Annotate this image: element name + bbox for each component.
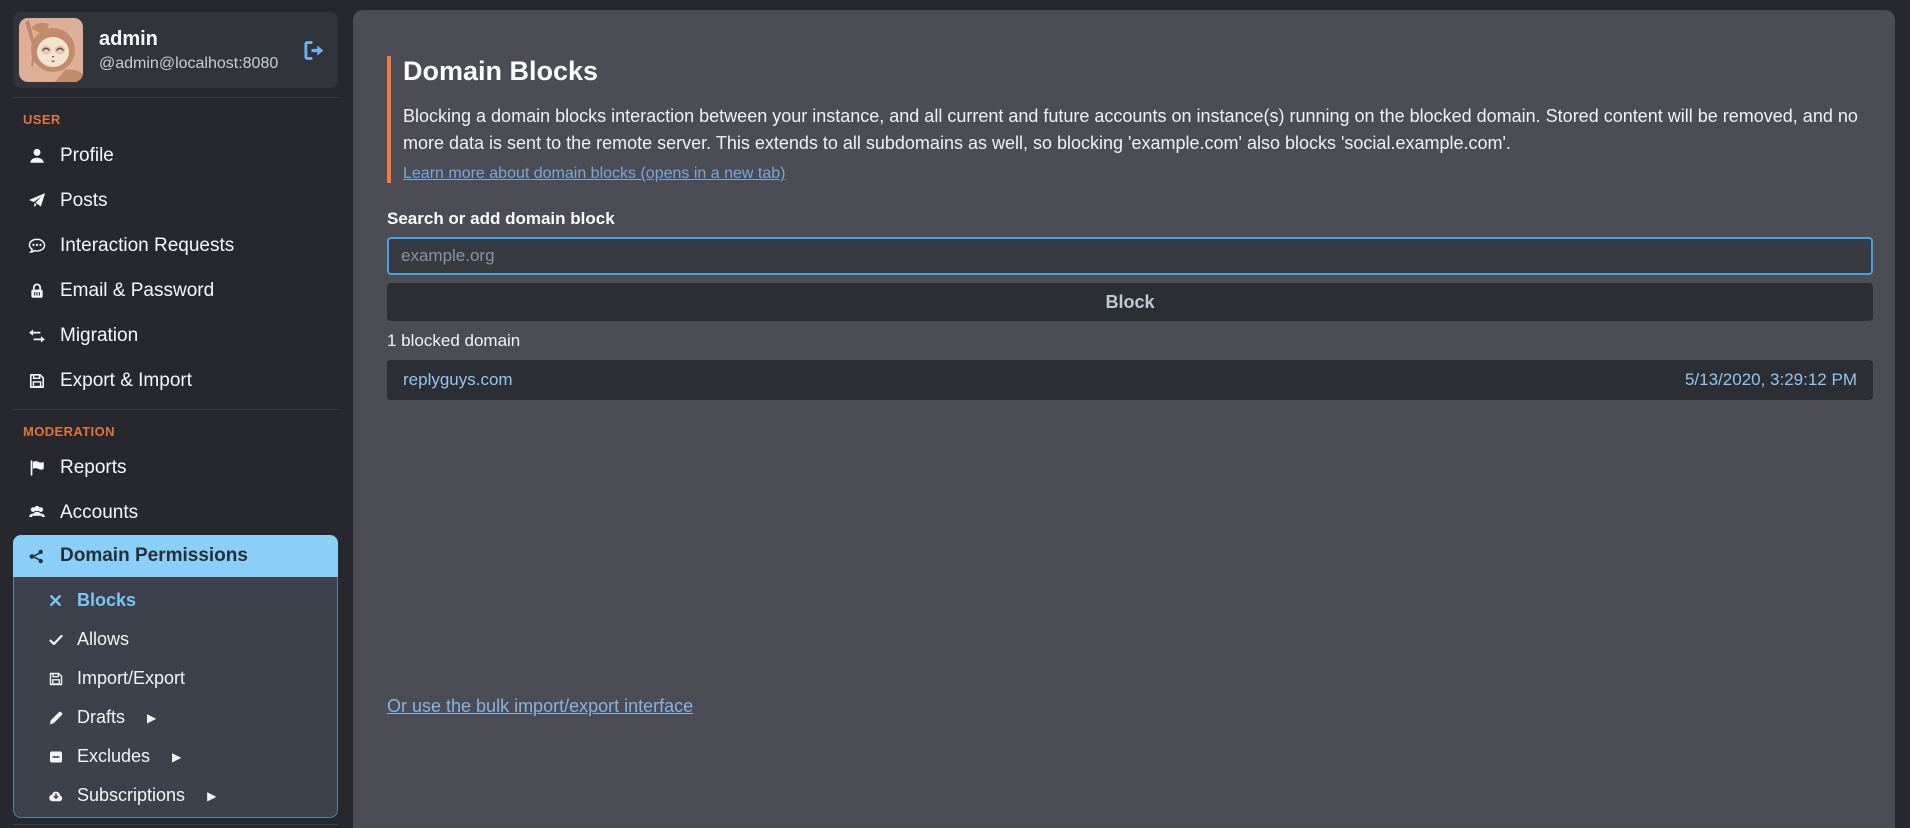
sidebar-item-profile[interactable]: Profile <box>13 133 338 178</box>
sidebar-item-subscriptions[interactable]: Subscriptions ▶ <box>14 776 337 815</box>
page-description: Blocking a domain blocks interaction bet… <box>403 103 1873 157</box>
sidebar-item-allows[interactable]: Allows <box>14 620 337 659</box>
sidebar-item-label: Interaction Requests <box>60 235 234 257</box>
sidebar-item-label: Subscriptions <box>77 785 185 806</box>
sidebar-item-label: Reports <box>60 457 127 479</box>
domain-permissions-submenu: Blocks Allows Import/Export Drafts ▶ <box>13 577 338 818</box>
learn-more-link[interactable]: Learn more about domain blocks (opens in… <box>403 165 785 183</box>
sidebar-item-label: Allows <box>77 629 129 650</box>
sidebar-item-excludes[interactable]: Excludes ▶ <box>14 737 337 776</box>
sidebar-item-posts[interactable]: Posts <box>13 178 338 223</box>
sidebar-item-label: Drafts <box>77 707 125 728</box>
sidebar-item-drafts[interactable]: Drafts ▶ <box>14 698 337 737</box>
lock-icon <box>27 281 46 300</box>
blocked-domain-count: 1 blocked domain <box>387 331 1873 351</box>
section-label-user: USER <box>13 98 338 133</box>
sidebar-item-label: Migration <box>60 325 138 347</box>
sidebar-item-label: Export & Import <box>60 370 192 392</box>
sidebar-item-label: Accounts <box>60 502 138 524</box>
blocked-domain-link[interactable]: replyguys.com <box>403 370 513 390</box>
divider <box>13 824 338 825</box>
sidebar-item-label: Domain Permissions <box>60 545 248 567</box>
bulk-import-export-link[interactable]: Or use the bulk import/export interface <box>387 696 693 717</box>
search-label: Search or add domain block <box>387 209 1873 229</box>
cloud-download-icon <box>47 787 64 804</box>
caret-right-icon: ▶ <box>147 711 156 725</box>
moderation-nav: Reports Accounts Domain Permissions Bloc… <box>13 445 338 818</box>
user-info: admin @admin@localhost:8080 <box>99 27 278 73</box>
check-icon <box>47 631 64 648</box>
users-icon <box>27 503 46 522</box>
sidebar-item-label: Blocks <box>77 590 136 611</box>
sidebar-item-label: Import/Export <box>77 668 185 689</box>
comment-dots-icon <box>27 236 46 255</box>
flag-icon <box>27 458 46 477</box>
sidebar-item-label: Excludes <box>77 746 150 767</box>
username: admin <box>99 27 278 51</box>
user-handle: @admin@localhost:8080 <box>99 55 278 73</box>
share-nodes-icon <box>27 547 46 566</box>
user-nav: Profile Posts Interaction Requests Email… <box>13 133 338 403</box>
sidebar-item-domain-permissions[interactable]: Domain Permissions <box>13 535 338 577</box>
user-card[interactable]: admin @admin@localhost:8080 <box>13 12 338 88</box>
sidebar-item-label: Posts <box>60 190 108 212</box>
sidebar-item-blocks[interactable]: Blocks <box>14 581 337 620</box>
pencil-icon <box>47 709 64 726</box>
paper-plane-icon <box>27 191 46 210</box>
exchange-icon <box>27 326 46 345</box>
floppy-disk-icon <box>27 371 46 390</box>
sidebar-item-email-password[interactable]: Email & Password <box>13 268 338 313</box>
avatar <box>19 18 83 82</box>
blocked-domain-date: 5/13/2020, 3:29:12 PM <box>1685 370 1857 390</box>
sidebar-item-interaction-requests[interactable]: Interaction Requests <box>13 223 338 268</box>
sidebar-item-import-export[interactable]: Import/Export <box>14 659 337 698</box>
sidebar-item-export-import[interactable]: Export & Import <box>13 358 338 403</box>
caret-right-icon: ▶ <box>207 789 216 803</box>
sidebar-item-label: Email & Password <box>60 280 214 302</box>
domain-blocks-intro: Domain Blocks Blocking a domain blocks i… <box>387 56 1873 183</box>
domain-blocks-panel: Domain Blocks Blocking a domain blocks i… <box>353 10 1895 828</box>
sidebar-item-accounts[interactable]: Accounts <box>13 490 338 535</box>
section-label-moderation: MODERATION <box>13 410 338 445</box>
sidebar-item-label: Profile <box>60 145 114 167</box>
user-icon <box>27 146 46 165</box>
domain-search-input[interactable] <box>387 237 1873 275</box>
logout-icon[interactable] <box>302 39 325 62</box>
block-button[interactable]: Block <box>387 283 1873 321</box>
caret-right-icon: ▶ <box>172 750 181 764</box>
settings-sidebar: admin @admin@localhost:8080 USER Profile… <box>0 0 353 828</box>
sidebar-item-migration[interactable]: Migration <box>13 313 338 358</box>
floppy-disk-icon <box>47 670 64 687</box>
minus-square-icon <box>47 748 64 765</box>
x-icon <box>47 592 64 609</box>
page-title: Domain Blocks <box>403 56 1873 87</box>
sidebar-item-reports[interactable]: Reports <box>13 445 338 490</box>
blocked-domain-row[interactable]: replyguys.com 5/13/2020, 3:29:12 PM <box>387 360 1873 400</box>
